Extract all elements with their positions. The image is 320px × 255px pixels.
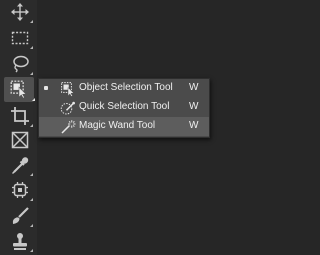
crop-icon [11, 107, 29, 125]
clone-stamp-tool-button[interactable] [8, 229, 33, 253]
lasso-icon [13, 55, 29, 73]
menu-item-label: Magic Wand Tool [79, 120, 156, 131]
photoshop-workspace: { "toolbar": { "tools": [ {"name": "move… [0, 0, 274, 255]
tool-group-indicator [30, 20, 33, 23]
frame-tool-button[interactable] [8, 128, 32, 152]
eyedropper-tool-button[interactable] [8, 153, 33, 177]
tool-group-indicator [30, 224, 33, 227]
menu-item-magic-wand[interactable]: Magic Wand Tool W [39, 117, 209, 136]
menu-item-shortcut: W [189, 120, 199, 131]
rectangular-marquee-tool-button[interactable] [8, 26, 33, 50]
tool-group-indicator [30, 249, 33, 252]
spot-healing-brush-tool-button[interactable] [8, 178, 33, 202]
tool-group-indicator [30, 124, 33, 127]
move-icon [11, 3, 29, 21]
object-selection-icon [10, 80, 27, 99]
quick-selection-icon [60, 101, 75, 115]
object-selection-tool-button[interactable] [4, 77, 35, 102]
brush-icon [12, 207, 29, 224]
tool-group-indicator [30, 46, 33, 49]
menu-item-label: Object Selection Tool [79, 82, 173, 93]
menu-item-label: Quick Selection Tool [79, 101, 170, 112]
eyedropper-icon [12, 157, 29, 174]
menu-item-shortcut: W [189, 82, 199, 93]
current-tool-indicator [44, 86, 48, 90]
menu-item-shortcut: W [189, 101, 199, 112]
selection-tools-flyout: Object Selection Tool W Quick Selection … [38, 78, 210, 138]
lasso-tool-button[interactable] [8, 52, 33, 76]
tools-panel [0, 0, 37, 255]
brush-tool-button[interactable] [8, 204, 33, 228]
tool-group-indicator [32, 98, 35, 101]
rectangular-marquee-icon [11, 31, 29, 45]
clone-stamp-icon [13, 233, 27, 250]
tool-group-indicator [30, 173, 33, 176]
tool-group-indicator [30, 198, 33, 201]
frame-icon [11, 131, 29, 149]
menu-item-quick-selection[interactable]: Quick Selection Tool W [39, 98, 209, 117]
magic-wand-icon [61, 120, 76, 134]
menu-item-object-selection[interactable]: Object Selection Tool W [39, 79, 209, 98]
spot-healing-icon [12, 182, 28, 198]
object-selection-icon [61, 82, 75, 97]
tool-group-indicator [30, 72, 33, 75]
crop-tool-button[interactable] [8, 104, 33, 128]
move-tool-button[interactable] [8, 0, 33, 24]
